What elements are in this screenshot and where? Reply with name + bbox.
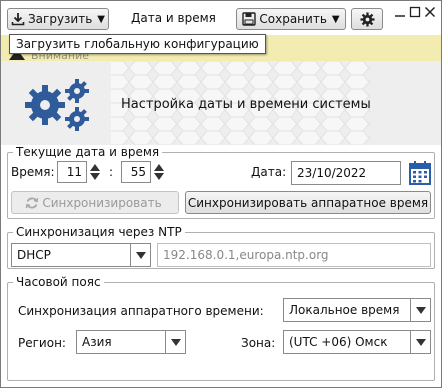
hw-sync-mode-select[interactable]: Локальное время <box>283 298 431 322</box>
minutes-stepper[interactable] <box>152 161 166 183</box>
download-icon <box>11 13 25 26</box>
calendar-icon[interactable] <box>409 161 431 185</box>
hw-sync-button[interactable]: Синхронизировать аппаратное время <box>185 191 431 214</box>
load-button-label: Загрузить <box>27 12 93 26</box>
sync-button-label: Синхронизировать <box>42 195 162 210</box>
time-separator: : <box>109 165 114 179</box>
time-label: Время: <box>11 165 55 179</box>
content-area: Текущие дата и время Время: 11 : 55 Дата… <box>1 145 441 387</box>
load-button[interactable]: Загрузить ▼ <box>7 8 109 30</box>
timezone-group: Часовой пояс <box>7 275 435 381</box>
page-title: Настройка даты и времени системы <box>121 97 371 112</box>
sync-button[interactable]: Синхронизировать <box>11 191 179 214</box>
date-label: Дата: <box>251 165 287 179</box>
hw-sync-button-label: Синхронизировать аппаратное время <box>187 195 429 210</box>
region-value: Азия <box>82 335 112 349</box>
save-button[interactable]: Сохранить ▼ <box>236 8 346 30</box>
load-tooltip: Загрузить глобальную конфигурацию <box>9 34 266 54</box>
date-time-window: Загрузить ▼ Дата и время Сохранить ▼ Вни… <box>0 0 442 388</box>
ntp-servers-input[interactable]: 192.168.0.1,europa.ntp.org <box>157 243 431 267</box>
chevron-down-icon <box>130 244 150 266</box>
header-panel: Настройка даты и времени системы <box>1 61 441 145</box>
current-datetime-legend: Текущие дата и время <box>16 145 160 159</box>
settings-button[interactable] <box>351 8 383 30</box>
date-input[interactable]: 23/10/2022 <box>291 161 401 185</box>
refresh-icon <box>26 197 39 208</box>
save-button-label: Сохранить <box>259 12 327 26</box>
chevron-down-icon <box>165 331 185 353</box>
chevron-down-icon <box>410 331 430 353</box>
gears-icon <box>25 79 89 131</box>
region-label: Регион: <box>18 336 66 350</box>
maximize-icon[interactable] <box>408 6 421 19</box>
hours-stepper[interactable] <box>88 161 102 183</box>
minutes-input[interactable]: 55 <box>121 161 151 183</box>
gear-icon <box>359 11 375 27</box>
zone-label: Зона: <box>241 336 276 350</box>
hw-sync-mode-label: Синхронизация аппаратного времени: <box>18 304 264 318</box>
zone-select[interactable]: (UTC +06) Омск <box>283 330 431 354</box>
ntp-legend: Синхронизация через NTP <box>16 225 182 239</box>
chevron-down-icon: ▼ <box>97 13 105 25</box>
hw-sync-mode-value: Локальное время <box>289 303 400 317</box>
region-select[interactable]: Азия <box>76 330 186 354</box>
timezone-legend: Часовой пояс <box>16 275 101 289</box>
toolbar: Загрузить ▼ Дата и время Сохранить ▼ <box>1 1 441 35</box>
close-icon[interactable] <box>423 6 436 19</box>
ntp-mode-select[interactable]: DHCP <box>11 243 151 267</box>
save-icon <box>242 12 257 26</box>
ntp-mode-value: DHCP <box>17 248 51 262</box>
minimize-icon[interactable] <box>393 6 406 19</box>
chevron-down-icon: ▼ <box>331 13 340 25</box>
zone-value: (UTC +06) Омск <box>289 335 388 349</box>
hours-input[interactable]: 11 <box>57 161 87 183</box>
chevron-down-icon <box>410 299 430 321</box>
window-title: Дата и время <box>131 11 216 25</box>
